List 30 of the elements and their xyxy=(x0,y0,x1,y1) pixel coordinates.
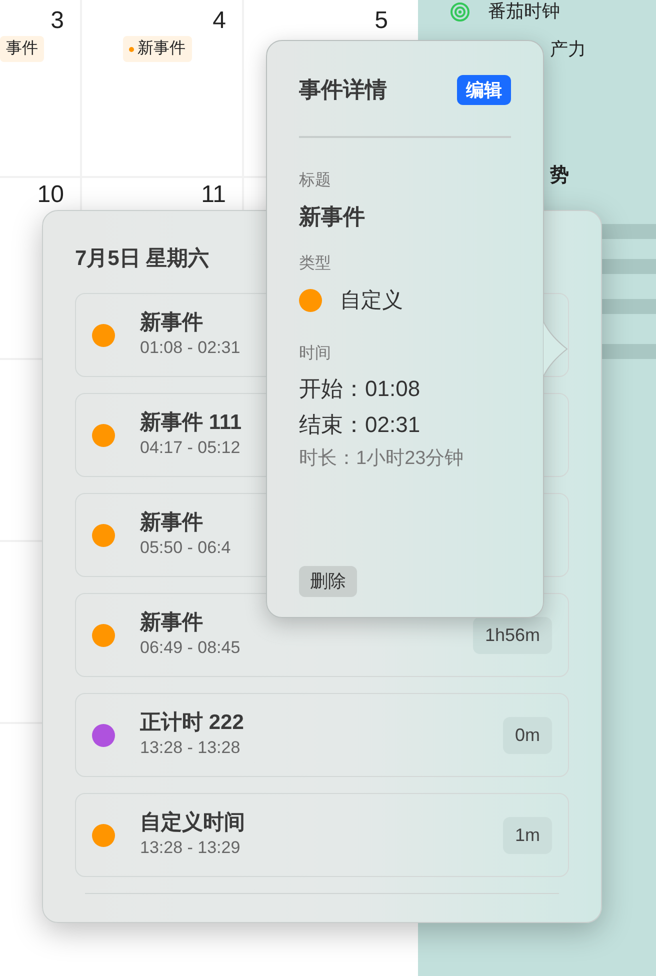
event-title: 新事件 111 xyxy=(140,410,242,436)
event-time: 04:17 - 05:12 xyxy=(140,437,242,459)
type-label: 自定义 xyxy=(340,288,403,314)
popover-title: 事件详情 xyxy=(299,76,387,104)
day-number: 10 xyxy=(37,184,64,206)
end-time: 结束：02:31 xyxy=(299,410,422,438)
sidebar-heading: 势 xyxy=(550,164,569,188)
event-title: 新事件 xyxy=(140,610,204,636)
duration-badge: 1m xyxy=(502,816,552,854)
field-label: 时间 xyxy=(299,344,332,364)
event-time: 01:08 - 02:31 xyxy=(140,337,240,359)
duration-badge: 1h56m xyxy=(472,616,552,654)
event-title: 自定义时间 xyxy=(140,810,245,836)
event-time: 06:49 - 08:45 xyxy=(140,637,240,659)
field-label: 类型 xyxy=(299,254,332,274)
event-title: 新事件 xyxy=(140,510,204,536)
day-number: 3 xyxy=(50,10,64,32)
day-number: 5 xyxy=(374,10,388,32)
event-title: 新事件 xyxy=(140,310,204,336)
event-title: 新事件 xyxy=(299,203,366,231)
event-time: 05:50 - 06:4 xyxy=(140,537,231,559)
duration-text: 时长：1小时23分钟 xyxy=(299,446,465,470)
event-time: 13:28 - 13:29 xyxy=(140,837,242,859)
day-number: 4 xyxy=(212,10,226,32)
duration-badge: 0m xyxy=(502,716,552,754)
field-label: 标题 xyxy=(299,171,332,191)
start-time: 开始：01:08 xyxy=(299,374,422,402)
event-time: 13:28 - 13:28 xyxy=(140,737,242,759)
event-title: 正计时 222 xyxy=(140,710,244,736)
day-number: 11 xyxy=(201,184,226,206)
